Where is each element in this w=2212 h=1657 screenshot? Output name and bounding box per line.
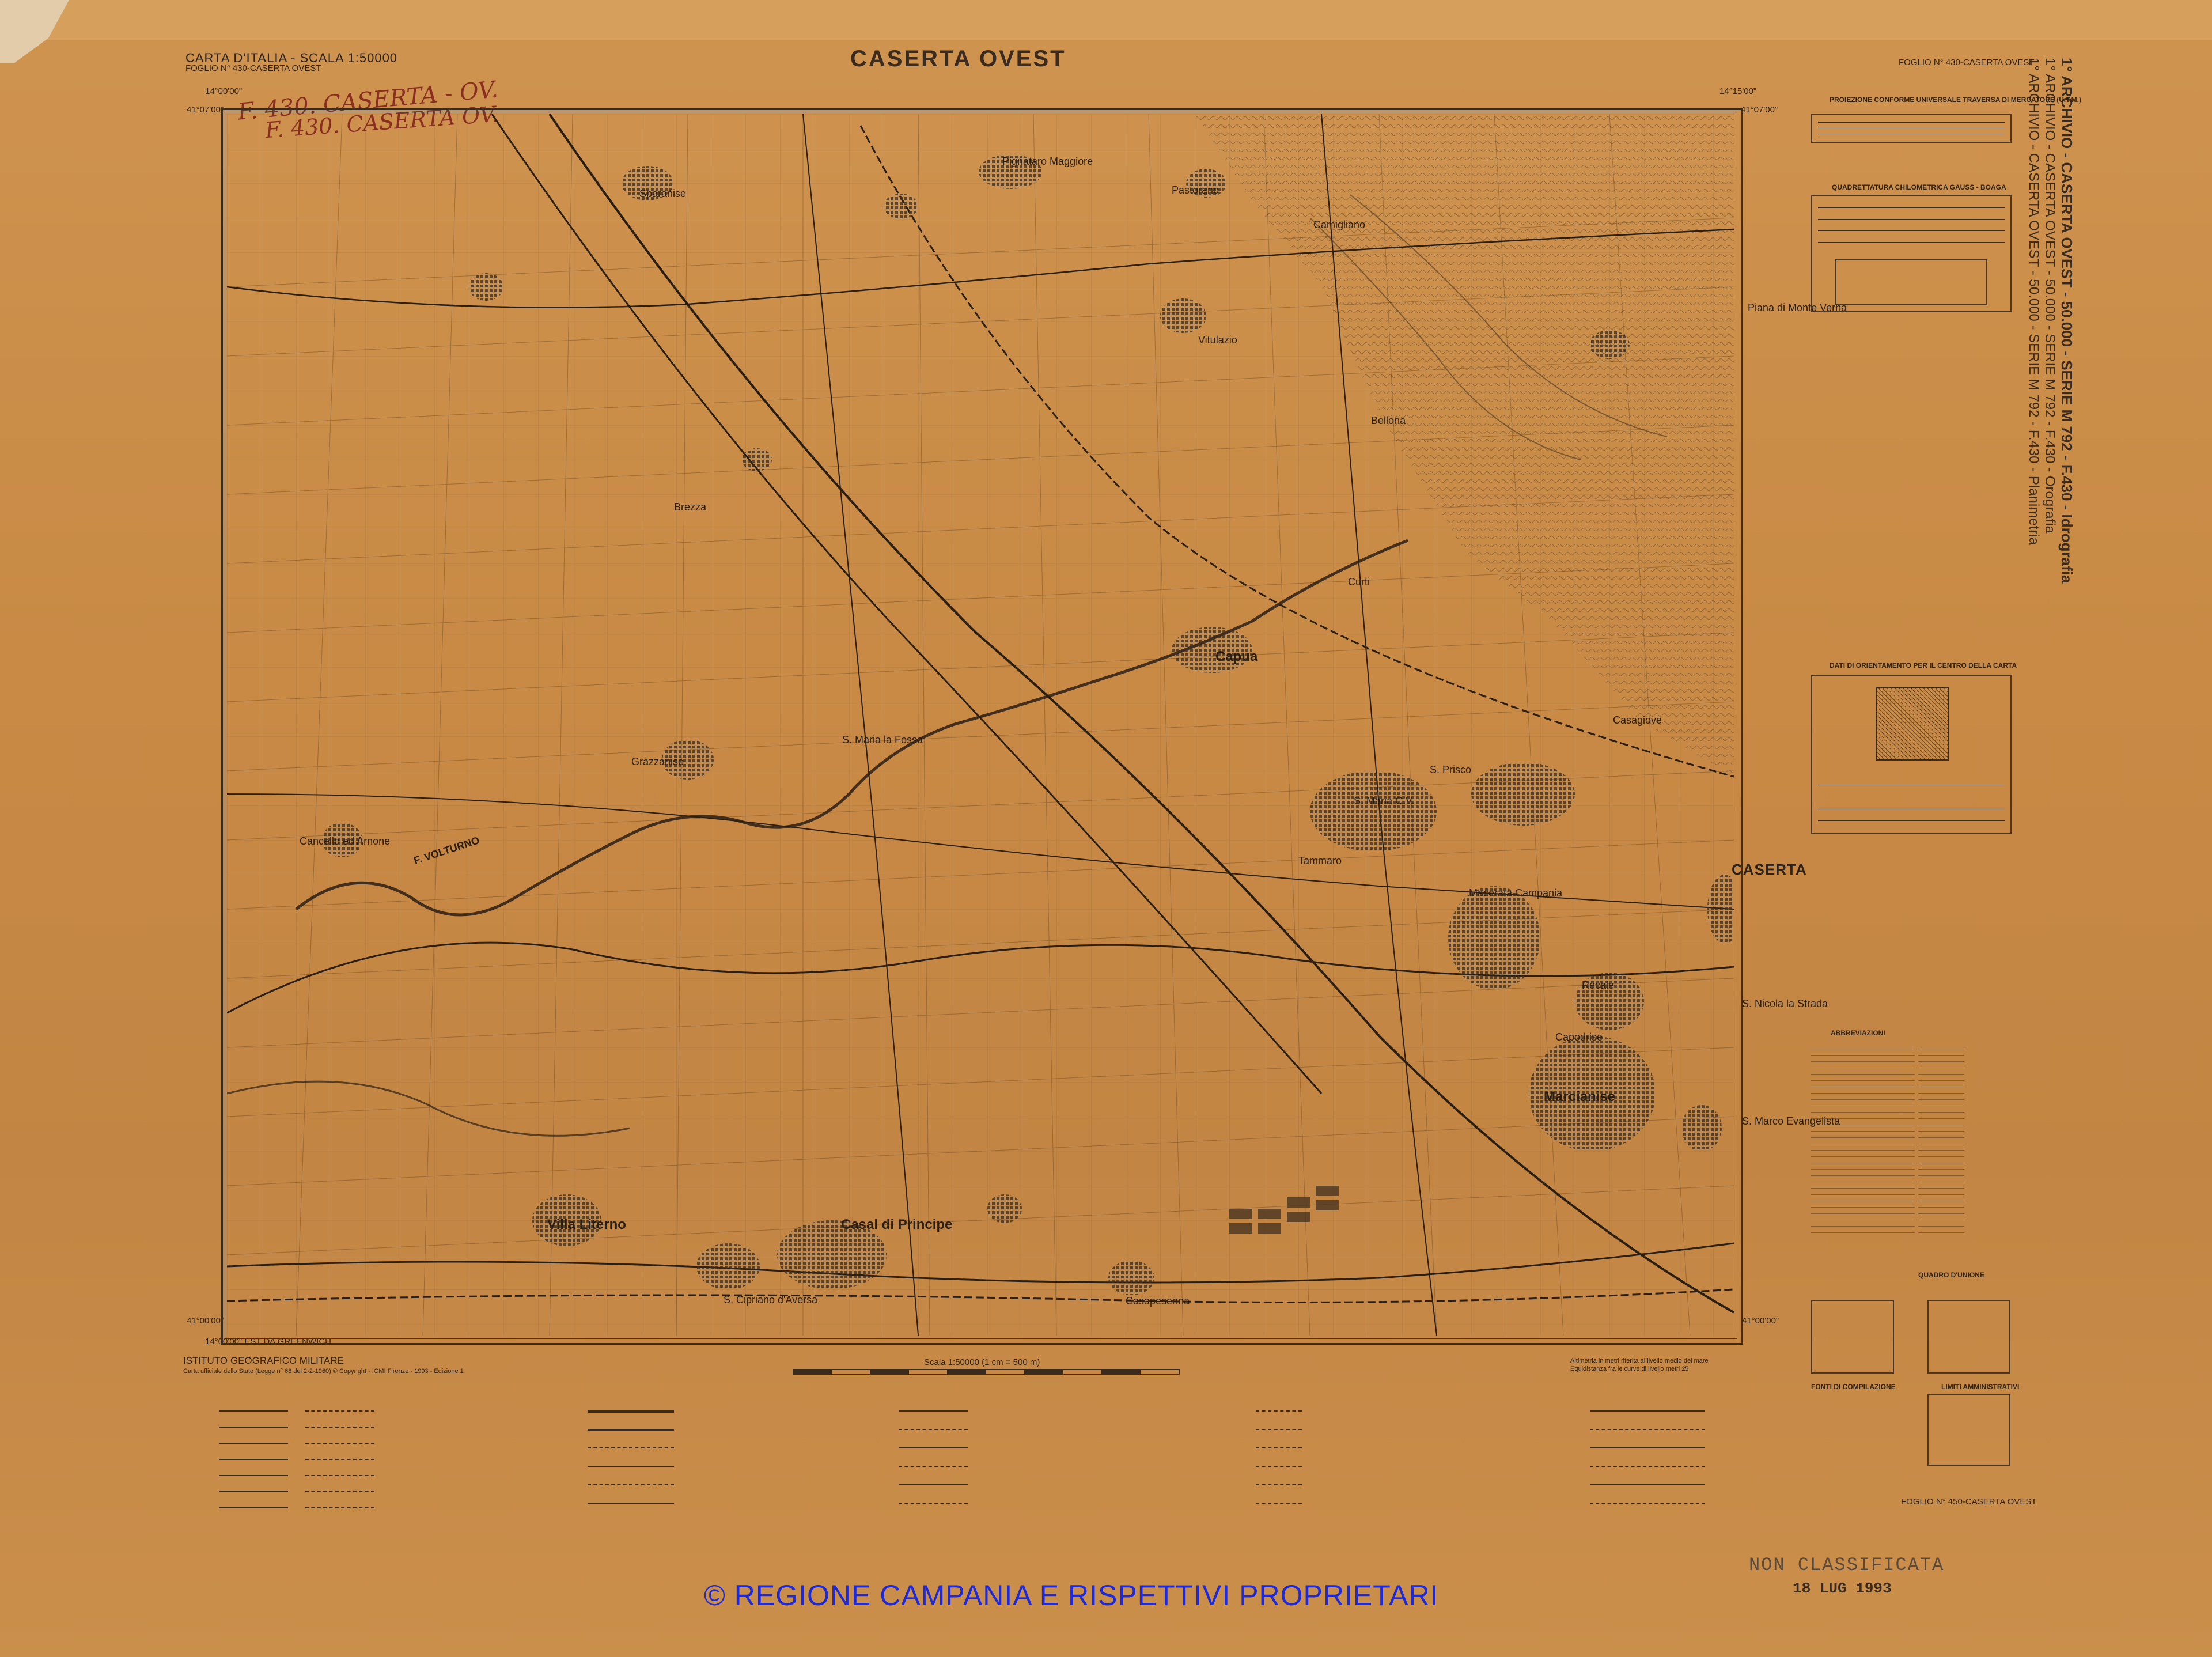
coord-bottom-right-lat: 41°00'00" — [1742, 1316, 1779, 1326]
settlement-casapesenna — [1108, 1261, 1154, 1295]
abbreviations-title: ABBREVIAZIONI — [1831, 1029, 1885, 1037]
place-pignataro: Pignataro Maggiore — [1002, 156, 1093, 167]
grid-box — [1811, 195, 2012, 312]
scale-label: Scala 1:50000 (1 cm = 500 m) — [924, 1357, 1040, 1367]
place-grazzanise: Grazzanise — [631, 756, 684, 767]
grid-title: QUADRETTATURA CHILOMETRICA GAUSS - BOAGA — [1832, 183, 2006, 191]
place-brezza: Brezza — [674, 501, 707, 513]
sheet-label-right: FOGLIO N° 430-CASERTA OVEST — [1899, 58, 2035, 67]
settlement-s-prisco — [1471, 762, 1575, 826]
place-casapesenna: Casapesenna — [1126, 1295, 1190, 1307]
place-bellona: Bellona — [1371, 415, 1406, 426]
projection-title: PROIEZIONE CONFORME UNIVERSALE TRAVERSA … — [1830, 96, 2081, 104]
place-capodrise: Capodrise — [1555, 1031, 1603, 1043]
institute-name: ISTITUTO GEOGRAFICO MILITARE — [183, 1355, 344, 1366]
archive-label-orografia: 1° ARCHIVIO - CASERTA OVEST - 50.000 - S… — [2042, 58, 2058, 534]
place-tammaro: Tammaro — [1298, 855, 1342, 867]
settlement-northwest — [469, 273, 503, 301]
coord-top-right-lat: 41°07'00" — [1741, 105, 1778, 115]
classification-stamp: NON CLASSIFICATA — [1749, 1554, 1945, 1576]
settlement-vitulazio — [1160, 298, 1206, 333]
place-caserta: CASERTA — [1732, 861, 1807, 878]
orientation-box — [1811, 675, 2012, 834]
coord-top-right-lon: 14°15'00" — [1719, 86, 1757, 96]
place-vitulazio: Vitulazio — [1198, 334, 1237, 346]
settlement-macerata — [1448, 886, 1540, 990]
copyright-notice: © REGIONE CAMPANIA E RISPETTIVI PROPRIET… — [704, 1579, 1439, 1611]
archive-label-idrografia: 1° ARCHIVIO - CASERTA OVEST - 50.000 - S… — [2058, 58, 2075, 584]
settlement-hills — [1589, 330, 1630, 359]
orientation-title: DATI DI ORIENTAMENTO PER IL CENTRO DELLA… — [1830, 661, 2017, 669]
place-camigliano: Camigliano — [1313, 219, 1366, 230]
union-grid-left — [1811, 1300, 1894, 1374]
place-casagiove: Casagiove — [1613, 714, 1662, 726]
settlement-s-maria-cv — [1310, 771, 1437, 852]
admin-title: LIMITI AMMINISTRATIVI — [1941, 1383, 2020, 1391]
place-casal-di-principe: Casal di Principe — [841, 1217, 953, 1232]
abbreviations-list-values — [1918, 1043, 1964, 1233]
settlement-s-marco — [1681, 1105, 1722, 1151]
place-santa-maria: S. Maria C.V. — [1354, 795, 1415, 807]
archive-labels: 1° ARCHIVIO - CASERTA OVEST - 50.000 - S… — [2025, 58, 2075, 583]
place-villa-literno: Villa Literno — [547, 1217, 626, 1232]
place-pastorano: Pastorano — [1172, 184, 1219, 196]
paper-top-strip — [0, 0, 2212, 40]
place-s-maria-la-fossa: S. Maria la Fossa — [842, 734, 923, 746]
place-sparanise: Sparanise — [639, 188, 687, 199]
archive-label-planimetria: 1° ARCHIVIO - CASERTA OVEST - 50.000 - S… — [2026, 58, 2041, 545]
place-macerata: Macerata Campania — [1469, 887, 1563, 899]
coord-top-left-lon: 14°00'00" — [205, 86, 243, 96]
compilation-title: FONTI DI COMPILAZIONE — [1811, 1383, 1896, 1391]
place-capua: Capua — [1215, 649, 1258, 664]
place-s-cipriano: S. Cipriano d'Aversa — [724, 1294, 818, 1306]
coord-bottom-left-lat: 41°00'00" — [187, 1316, 224, 1326]
settlement-south — [987, 1194, 1022, 1223]
place-curti: Curti — [1348, 576, 1370, 588]
map-title: CASERTA OVEST — [850, 46, 1066, 71]
settlement-s-cipriano — [696, 1243, 760, 1289]
topographic-map[interactable] — [227, 114, 1734, 1336]
grid-table — [1835, 259, 1987, 305]
sheet-label-left: FOGLIO N° 430-CASERTA OVEST — [185, 63, 321, 73]
settlement-center-north — [742, 448, 772, 471]
coord-top-left-lat: 41°07'00" — [187, 105, 224, 115]
abbreviations-list — [1811, 1043, 1915, 1233]
sheet-code-bottom-right: FOGLIO N° 450-CASERTA OVEST — [1901, 1497, 2037, 1507]
place-marcianise: Marcianise — [1544, 1089, 1616, 1104]
altimetry-note: Altimetria in metri riferita al livello … — [1570, 1357, 1709, 1364]
settlement-north — [884, 194, 918, 219]
place-s-nicola: S. Nicola la Strada — [1742, 998, 1828, 1009]
place-cancello: Cancello ed Arnone — [300, 835, 391, 847]
orientation-diagram — [1876, 687, 1949, 761]
union-title: QUADRO D'UNIONE — [1918, 1271, 1984, 1279]
union-grid-right — [1927, 1300, 2010, 1374]
projection-box — [1811, 114, 2012, 143]
stamp-date: 18 LUG 1993 — [1793, 1580, 1892, 1597]
institute-note: Carta ufficiale dello Stato (Legge n° 68… — [183, 1368, 464, 1375]
admin-box — [1927, 1394, 2010, 1466]
equidistance-note: Equidistanza fra le curve di livello met… — [1570, 1365, 1689, 1372]
place-recale: Recale — [1582, 979, 1615, 991]
place-s-prisco: S. Prisco — [1430, 764, 1472, 775]
scale-bar — [793, 1369, 1180, 1375]
